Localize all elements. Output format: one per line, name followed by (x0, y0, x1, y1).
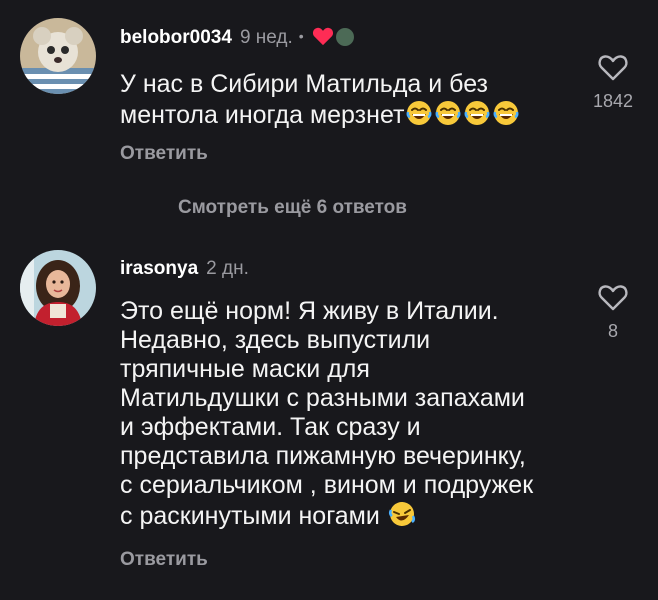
avatar-image (20, 250, 96, 326)
comment-line: и эффектами. Так сразу и (120, 413, 421, 441)
comment-line: тряпичные маски для (120, 355, 370, 383)
like-button[interactable]: 8 (590, 282, 636, 342)
comment-text: У нас в Сибири Матильда и без ментола ин… (120, 70, 570, 130)
comment-meta: belobor0034 9 нед. • (120, 26, 354, 52)
comment-line: Недавно, здесь выпустили (120, 326, 431, 354)
rofl-emoji-icon (388, 500, 416, 528)
laughing-emoji-icon (492, 99, 520, 127)
laughing-emoji-icon (405, 99, 433, 127)
laughing-emoji-icon (463, 99, 491, 127)
username[interactable]: belobor0034 (120, 27, 232, 48)
comment-text: Это ещё норм! Я живу в Италии. Недавно, … (120, 297, 580, 531)
creator-liked-heart-icon (312, 26, 334, 52)
heart-outline-icon[interactable] (597, 55, 629, 86)
reply-button[interactable]: Ответить (120, 143, 208, 165)
creator-avatar-icon (335, 28, 354, 46)
comment-line-text: с раскинутыми ногами (120, 502, 380, 530)
like-count: 8 (607, 321, 618, 341)
comment-meta: irasonya 2 дн. (120, 258, 249, 280)
comment-time: 9 нед. (239, 27, 293, 48)
avatar[interactable] (20, 18, 96, 94)
comment-time: 2 дн. (206, 258, 249, 279)
like-count: 1842 (592, 91, 634, 111)
comment-line: с раскинутыми ногами (120, 500, 580, 531)
laughing-emoji-icons (404, 101, 520, 129)
comment-line: с сериальчиком , вином и подружек (120, 471, 534, 499)
comment-line: Это ещё норм! Я живу в Италии. (120, 297, 499, 325)
separator-dot: • (298, 28, 304, 44)
laughing-emoji-icon (434, 99, 462, 127)
username[interactable]: irasonya (120, 258, 198, 279)
avatar-image (20, 18, 96, 94)
view-more-replies-button[interactable]: Смотреть ещё 6 ответов (178, 197, 407, 219)
like-button[interactable]: 1842 (590, 52, 636, 112)
heart-outline-icon[interactable] (597, 285, 629, 316)
comment-line: представила пижамную вечеринку, (120, 442, 526, 470)
comment-line: Матильдушки с разными запахами (120, 384, 525, 412)
reply-button[interactable]: Ответить (120, 549, 208, 571)
avatar[interactable] (20, 250, 96, 326)
